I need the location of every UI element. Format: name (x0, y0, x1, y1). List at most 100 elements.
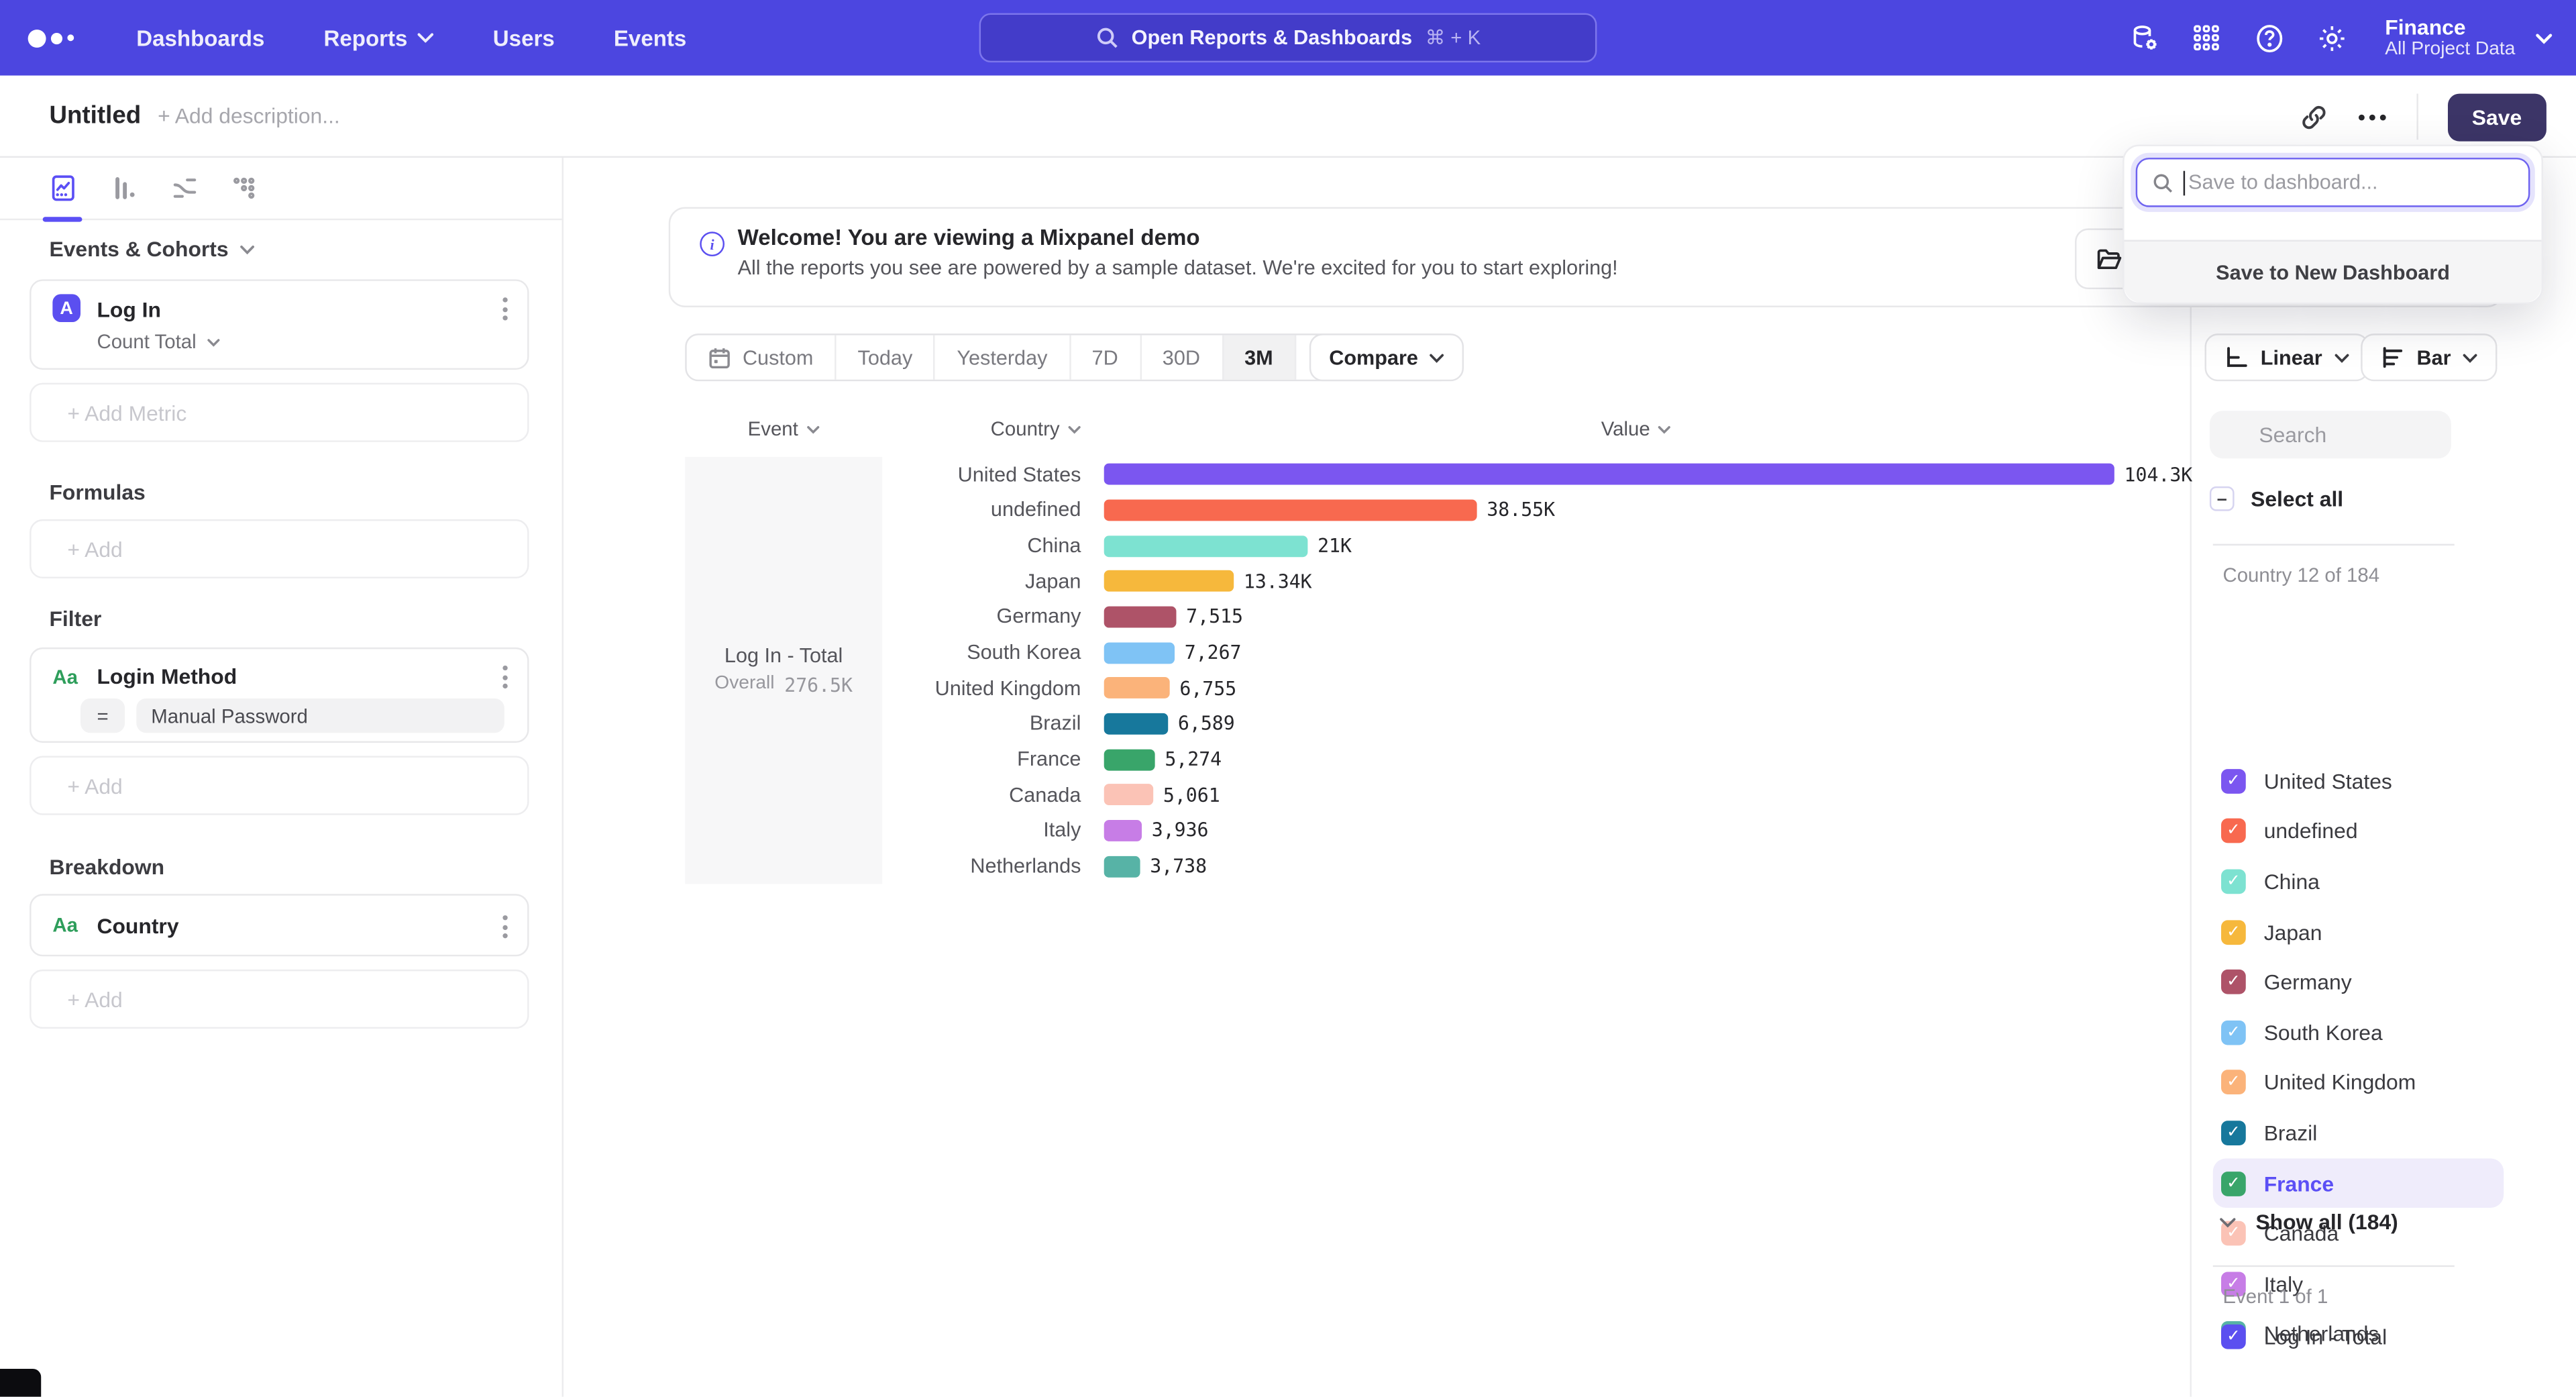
breakdown-card-country[interactable]: Aa Country (30, 894, 529, 956)
range-7d[interactable]: 7D (1071, 335, 1141, 380)
data-management-icon[interactable] (2129, 22, 2160, 54)
bar-segment[interactable] (1104, 820, 1142, 841)
add-metric-button[interactable]: + Add Metric (30, 383, 529, 442)
range-custom[interactable]: Custom (687, 335, 837, 380)
country-row[interactable]: ✓undefined (2213, 806, 2504, 856)
country-checkbox[interactable]: ✓ (2221, 1171, 2246, 1196)
country-row[interactable]: ✓Brazil (2213, 1108, 2504, 1158)
segment-search-input[interactable] (2210, 411, 2451, 458)
filter-operator-dropdown[interactable]: = (80, 698, 125, 733)
bar-chart-icon (2381, 345, 2406, 370)
country-checkbox[interactable]: ✓ (2221, 919, 2246, 944)
country-row[interactable]: ✓Japan (2213, 907, 2504, 957)
events-cohorts-header[interactable]: Events & Cohorts (49, 237, 254, 262)
country-row[interactable]: ✓France (2213, 1158, 2504, 1208)
filter-value-dropdown[interactable]: Manual Password (136, 698, 504, 733)
chart-scale-dropdown[interactable]: Linear (2205, 333, 2369, 381)
settings-gear-icon[interactable] (2316, 22, 2347, 54)
primary-nav: Dashboards Reports Users Events (136, 25, 686, 50)
bar-segment[interactable] (1104, 749, 1155, 770)
chevron-down-icon (2535, 32, 2553, 44)
report-title[interactable]: Untitled (49, 102, 141, 130)
event-checkbox[interactable]: ✓ (2221, 1325, 2246, 1349)
range-30d[interactable]: 30D (1141, 335, 1223, 380)
bar-category-label: Germany (685, 605, 1081, 628)
bar-segment[interactable] (1104, 856, 1140, 877)
mixpanel-logo-icon[interactable] (28, 29, 87, 47)
country-row[interactable]: ✓South Korea (2213, 1007, 2504, 1057)
save-button[interactable]: Save (2447, 93, 2546, 140)
breakdown-property-name[interactable]: Country (97, 914, 178, 939)
nav-item-reports[interactable]: Reports (324, 25, 434, 50)
metric-kebab-icon[interactable] (502, 297, 507, 320)
bar-row: Netherlands3,738 (685, 848, 2163, 884)
tab-insights[interactable] (43, 166, 83, 209)
metric-card-log-in[interactable]: A Log In Count Total (30, 279, 529, 370)
breakdown-kebab-icon[interactable] (502, 915, 507, 938)
bar-segment[interactable] (1104, 607, 1177, 628)
bar-segment[interactable] (1104, 571, 1234, 592)
add-formula-button[interactable]: + Add (30, 519, 529, 578)
copy-link-icon[interactable] (2300, 103, 2328, 131)
bar-row: United Kingdom6,755 (685, 670, 2163, 706)
metric-aggregation-dropdown[interactable]: Count Total (97, 330, 219, 353)
range-3m[interactable]: 3M (1223, 335, 1296, 380)
banner-subtitle: All the reports you see are powered by a… (738, 256, 1618, 279)
tab-funnels[interactable] (103, 166, 143, 209)
project-subtitle: All Project Data (2385, 40, 2515, 61)
country-checkbox[interactable]: ✓ (2221, 970, 2246, 994)
select-all-row[interactable]: – Select all (2210, 486, 2343, 511)
country-row[interactable]: ✓United States (2213, 756, 2504, 807)
bar-segment[interactable] (1104, 535, 1308, 556)
range-yesterday[interactable]: Yesterday (936, 335, 1071, 380)
filter-property-name[interactable]: Login Method (97, 664, 237, 688)
country-checkbox[interactable]: ✓ (2221, 819, 2246, 844)
nav-item-dashboards[interactable]: Dashboards (136, 25, 264, 50)
save-to-new-dashboard-button[interactable]: Save to New Dashboard (2125, 240, 2542, 303)
filter-card-login-method[interactable]: Aa Login Method = Manual Password (30, 648, 529, 743)
apps-grid-icon[interactable] (2191, 22, 2222, 54)
bar-segment[interactable] (1104, 499, 1477, 521)
bar-segment[interactable] (1104, 784, 1153, 806)
filter-kebab-icon[interactable] (502, 666, 507, 688)
bar-category-label: South Korea (685, 641, 1081, 664)
nav-item-users[interactable]: Users (493, 25, 555, 50)
bar-segment[interactable] (1104, 678, 1170, 699)
range-today[interactable]: Today (837, 335, 936, 380)
add-description-button[interactable]: + Add description... (158, 103, 340, 128)
country-checkbox[interactable]: ✓ (2221, 769, 2246, 794)
country-checkbox[interactable]: ✓ (2221, 1070, 2246, 1095)
country-row[interactable]: ✓Germany (2213, 957, 2504, 1007)
bar-segment[interactable] (1104, 713, 1169, 735)
bar-segment[interactable] (1104, 464, 2114, 485)
compare-button[interactable]: Compare (1309, 333, 1464, 381)
select-all-checkbox[interactable]: – (2210, 486, 2235, 511)
column-header-event[interactable]: Event (685, 417, 882, 440)
add-filter-button[interactable]: + Add (30, 756, 529, 815)
country-row[interactable]: ✓United Kingdom (2213, 1057, 2504, 1108)
country-row[interactable]: ✓China (2213, 856, 2504, 907)
column-header-value[interactable]: Value (1472, 417, 1801, 440)
tab-retention[interactable] (223, 166, 263, 209)
global-search-button[interactable]: Open Reports & Dashboards ⌘ + K (979, 13, 1597, 62)
add-breakdown-button[interactable]: + Add (30, 970, 529, 1029)
project-switcher[interactable]: Finance All Project Data (2385, 15, 2553, 61)
bar-segment[interactable] (1104, 642, 1175, 664)
nav-item-events[interactable]: Events (614, 25, 686, 50)
country-checkbox[interactable]: ✓ (2221, 1121, 2246, 1145)
nav-item-label: Users (493, 25, 555, 50)
bar-chart: United States104.3Kundefined38.55KChina2… (685, 457, 2163, 884)
show-all-toggle[interactable]: Show all (184) (2220, 1209, 2398, 1234)
tab-flows[interactable] (164, 166, 204, 209)
chart-type-dropdown[interactable]: Bar (2361, 333, 2497, 381)
bar-category-label: United States (685, 463, 1081, 486)
metric-name[interactable]: Log In (97, 297, 161, 322)
more-options-icon[interactable] (2357, 113, 2386, 121)
event-checkbox-row[interactable]: ✓ Log In - Total (2221, 1325, 2387, 1349)
column-header-country[interactable]: Country (859, 417, 1081, 440)
help-icon[interactable] (2253, 22, 2285, 54)
country-checkbox[interactable]: ✓ (2221, 869, 2246, 894)
save-to-dashboard-input[interactable]: Save to dashboard... (2136, 158, 2530, 207)
search-shortcut: ⌘ + K (1426, 26, 1481, 49)
country-checkbox[interactable]: ✓ (2221, 1020, 2246, 1045)
